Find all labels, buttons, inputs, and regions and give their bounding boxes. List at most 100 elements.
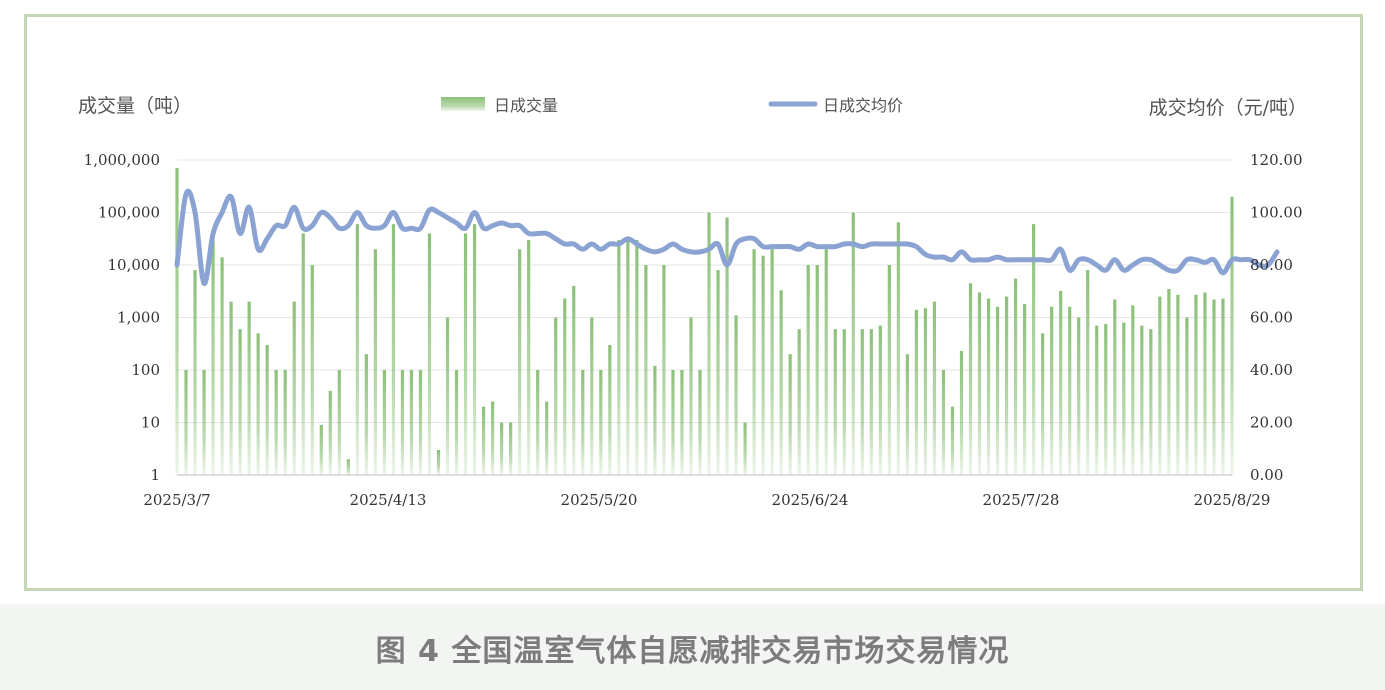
volume-bar [563, 298, 567, 475]
right-tick-label: 120.00 [1250, 151, 1303, 169]
volume-bar [869, 329, 873, 475]
left-tick-label: 1 [150, 466, 160, 484]
volume-bar [301, 233, 305, 475]
volume-bar [761, 255, 765, 475]
volume-bar [806, 265, 810, 475]
volume-bar [1185, 317, 1189, 475]
left-tick-label: 100 [131, 361, 160, 379]
volume-bar [914, 309, 919, 475]
volume-bar [1059, 290, 1063, 475]
volume-bar [1086, 270, 1090, 475]
right-tick-label: 100.00 [1250, 204, 1303, 222]
volume-bar [1077, 317, 1081, 475]
x-axis-ticks: 2025/3/7 2025/4/13 2025/5/20 2025/6/24 2025/… [143, 491, 1270, 509]
volume-bar [536, 370, 540, 475]
right-axis-title: 成交均价（元/吨） [1149, 97, 1307, 119]
volume-bar [860, 329, 864, 475]
volume-bar [400, 370, 405, 475]
volume-bar [887, 265, 891, 475]
volume-bar [337, 370, 341, 475]
volume-bar [797, 329, 801, 475]
volume-bar [1212, 299, 1216, 475]
volume-bar [959, 351, 964, 475]
volume-bar [175, 168, 179, 475]
volume-bar [265, 344, 269, 475]
volume-bar [1122, 322, 1126, 475]
left-tick-label: 100,000 [98, 204, 160, 222]
volume-bar [617, 239, 621, 475]
volume-bar [842, 329, 846, 475]
grid-lines [177, 159, 1232, 476]
volume-bar [355, 224, 359, 475]
volume-bar [833, 329, 837, 475]
volume-bar [671, 370, 675, 475]
volume-bar [463, 233, 468, 475]
volume-bar [770, 249, 774, 475]
volume-bar [509, 422, 513, 475]
volume-bar [1158, 296, 1162, 475]
volume-bar [518, 249, 522, 475]
legend-bar-swatch [441, 97, 485, 111]
volume-bar [202, 370, 206, 475]
volume-bar [364, 354, 368, 475]
volume-bar [824, 249, 828, 475]
volume-bar [256, 333, 260, 475]
volume-bar [644, 265, 648, 475]
volume-bar [653, 365, 657, 475]
volume-bar [1004, 296, 1009, 475]
volume-bar [608, 344, 612, 475]
volume-bar [220, 257, 224, 475]
volume-bar [995, 306, 1000, 475]
volume-bar [896, 222, 900, 475]
volume-bar [689, 317, 693, 475]
right-tick-label: 0.00 [1250, 466, 1283, 484]
right-axis-ticks: 0.00 20.00 40.00 60.00 80.00 100.00 120.00 [1250, 151, 1303, 484]
x-tick-label: 2025/7/28 [983, 491, 1060, 509]
volume-bar [779, 290, 783, 475]
volume-bar [554, 317, 558, 475]
right-tick-label: 20.00 [1250, 414, 1293, 432]
left-tick-label: 10,000 [108, 256, 161, 274]
volume-bar [472, 224, 477, 475]
volume-bar [680, 370, 684, 475]
volume-bar [752, 249, 756, 475]
volume-bar [445, 317, 450, 475]
volume-bar [581, 370, 585, 475]
x-tick-label: 2025/6/24 [772, 491, 849, 509]
dual-axis-chart: 1 10 100 1,000 10,000 100,000 1,000,000 0.00 20… [78, 95, 1307, 509]
volume-bar [599, 370, 603, 475]
volume-bar [1013, 278, 1018, 475]
volume-bar [481, 406, 486, 475]
legend-line-label: 日成交均价 [823, 96, 903, 115]
volume-bar [986, 298, 991, 475]
volume-bar [1095, 325, 1099, 475]
right-tick-label: 80.00 [1250, 256, 1293, 274]
left-tick-label: 10 [141, 414, 160, 432]
volume-bar [590, 317, 594, 475]
figure-caption: 图 4 全国温室气体自愿减排交易市场交易情况 [375, 634, 1010, 669]
volume-bar [788, 354, 792, 475]
volume-bar [1131, 305, 1135, 475]
volume-bar [490, 401, 495, 475]
x-tick-label: 2025/8/29 [1194, 491, 1271, 509]
x-tick-label: 2025/4/13 [350, 491, 427, 509]
left-tick-label: 1,000,000 [84, 151, 160, 169]
volume-bar [1149, 329, 1153, 475]
volume-bar [941, 370, 946, 475]
volume-bar [851, 212, 855, 475]
volume-bar [319, 424, 323, 475]
volume-bar [328, 390, 332, 475]
volume-bar [626, 239, 630, 475]
volume-bar [725, 217, 729, 475]
volume-bar [1230, 196, 1234, 475]
left-tick-label: 1,000 [117, 309, 160, 327]
volume-bar [1023, 304, 1027, 475]
volume-bar [698, 370, 702, 475]
volume-bar [635, 239, 639, 475]
volume-bar [815, 265, 819, 475]
volume-bar [968, 283, 973, 475]
volume-bar [734, 315, 738, 475]
volume-bar [436, 449, 441, 475]
volume-bar [923, 308, 928, 475]
volume-bar [1221, 298, 1225, 475]
